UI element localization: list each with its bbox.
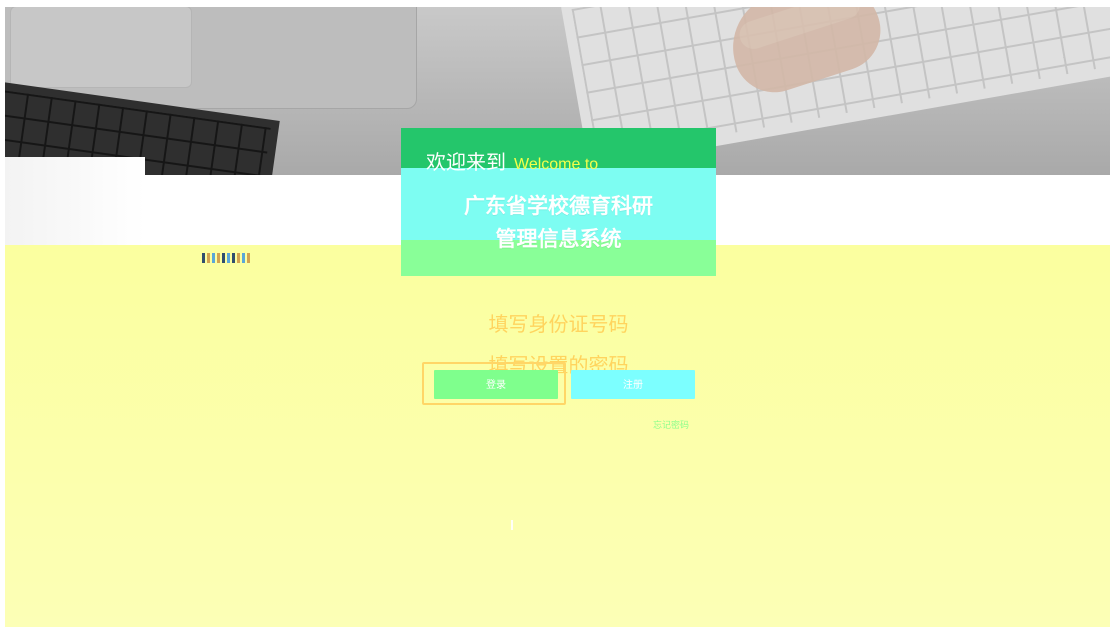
glitch-segment <box>247 253 250 263</box>
login-card: 欢迎来到 Welcome to 广东省学校德育科研 管理信息系统 填写身份证号码… <box>401 128 716 532</box>
glitch-segment <box>202 253 205 263</box>
title-panel: 欢迎来到 Welcome to 广东省学校德育科研 管理信息系统 <box>401 128 716 276</box>
glitch-segment <box>212 253 215 263</box>
welcome-english: Welcome to <box>514 156 599 173</box>
screen-frame: 欢迎来到 Welcome to 广东省学校德育科研 管理信息系统 填写身份证号码… <box>5 7 1110 627</box>
system-name-line-2: 管理信息系统 <box>495 227 622 251</box>
welcome-row: 欢迎来到 Welcome to <box>426 146 598 175</box>
glitch-segment <box>242 253 245 263</box>
glitch-segment <box>207 253 210 263</box>
welcome-chinese: 欢迎来到 <box>426 150 506 174</box>
glitch-segment <box>237 253 240 263</box>
login-button[interactable]: 登录 <box>434 370 558 399</box>
system-name-line-1: 广东省学校德育科研 <box>464 194 653 218</box>
trackpad <box>10 7 192 88</box>
glitch-segment <box>222 253 225 263</box>
glitch-mark-icon <box>202 253 250 263</box>
left-accent <box>5 157 145 249</box>
glitch-segment <box>227 253 230 263</box>
glitch-segment <box>217 253 220 263</box>
system-name: 广东省学校德育科研 管理信息系统 <box>401 190 716 256</box>
id-number-field[interactable]: 填写身份证号码 <box>401 309 716 339</box>
forgot-password-link[interactable]: 忘记密码 <box>653 418 689 431</box>
glitch-segment <box>232 253 235 263</box>
center-mark <box>511 520 513 530</box>
register-button[interactable]: 注册 <box>571 370 695 399</box>
